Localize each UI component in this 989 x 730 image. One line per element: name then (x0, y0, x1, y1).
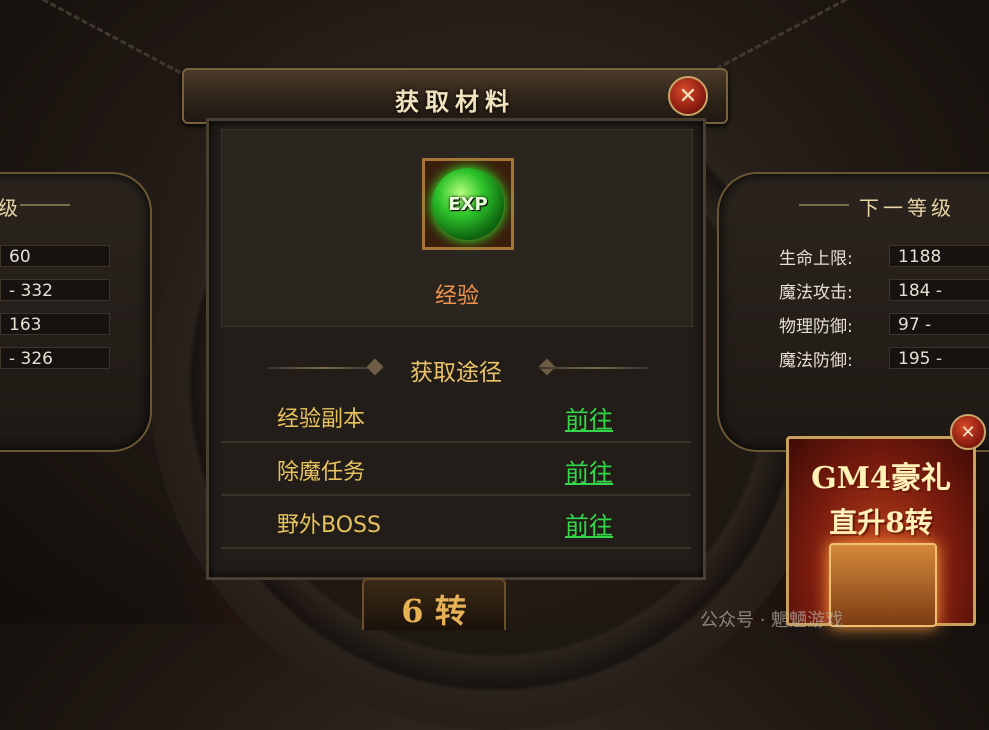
goto-link[interactable]: 前往 (565, 506, 613, 541)
stat-row: 魔法攻击: 184 - (779, 278, 989, 303)
source-name: 经验副本 (277, 407, 366, 432)
exp-orb-icon: EXP (432, 168, 504, 240)
source-section-title: 获取途径 (410, 360, 502, 386)
current-level-panel: 级 60 - 332 163 - 326 (0, 172, 152, 452)
source-name: 除魔任务 (277, 460, 366, 485)
stat-row: 魔法防御: 195 - (779, 346, 989, 371)
stat-label: 魔法防御: (779, 350, 853, 371)
stat-value: 184 - (889, 279, 989, 301)
source-row: 除魔任务 前往 (221, 446, 691, 496)
gift-chest-icon (829, 543, 937, 627)
rebirth-level-label: 6 转 (401, 592, 467, 630)
goto-link[interactable]: 前往 (565, 400, 613, 435)
stat-row: 生命上限: 1188 (779, 244, 989, 269)
next-level-panel: 下一等级 生命上限: 1188 魔法攻击: 184 - 物理防御: 97 - 魔… (717, 172, 989, 452)
item-name: 经验 (434, 284, 479, 309)
section-ornament-right (539, 367, 649, 369)
stat-label: 魔法攻击: (779, 282, 853, 303)
stat-value: - 326 (0, 347, 110, 369)
item-display: EXP 经验 (221, 129, 693, 327)
stat-value: - 332 (0, 279, 110, 301)
stat-value: 163 (0, 313, 110, 335)
title-ornament (799, 204, 849, 206)
promo-close-button[interactable]: ✕ (950, 414, 986, 450)
source-name: 野外BOSS (277, 513, 381, 538)
stat-value: 1188 (889, 245, 989, 267)
stat-row: - 326 (0, 346, 110, 370)
close-button[interactable]: ✕ (668, 76, 708, 116)
rebirth-level-tab[interactable]: 6 转 (362, 578, 506, 630)
stat-label: 物理防御: (779, 316, 853, 337)
stat-value: 195 - (889, 347, 989, 369)
promo-title: GM4豪礼 (811, 461, 951, 496)
item-slot[interactable]: EXP (422, 158, 514, 250)
next-level-title: 下一等级 (859, 196, 955, 220)
watermark: 公众号 · 魍魉游戏 (700, 610, 844, 631)
stat-value: 97 - (889, 313, 989, 335)
stat-row: - 332 (0, 278, 110, 302)
close-x-icon: ✕ (678, 83, 698, 109)
dialog-header: 获取材料 (182, 68, 728, 124)
stat-label: 生命上限: (779, 248, 853, 269)
close-x-icon: ✕ (960, 421, 976, 443)
stat-row: 163 (0, 312, 110, 336)
material-dialog: EXP 经验 获取途径 经验副本 前往 除魔任务 前往 野外BOSS 前往 (206, 118, 706, 580)
current-level-title: 级 (0, 196, 22, 220)
dialog-title: 获取材料 (395, 87, 515, 116)
title-ornament (20, 204, 70, 206)
stat-value: 60 (0, 245, 110, 267)
goto-link[interactable]: 前往 (565, 453, 613, 488)
stat-row: 60 (0, 244, 110, 268)
source-row: 野外BOSS 前往 (221, 499, 691, 549)
source-row: 经验副本 前往 (221, 393, 691, 443)
stat-row: 物理防御: 97 - (779, 312, 989, 337)
promo-subtitle: 直升8转 (829, 506, 933, 539)
gm-gift-banner[interactable]: GM4豪礼 直升8转 (786, 436, 976, 627)
